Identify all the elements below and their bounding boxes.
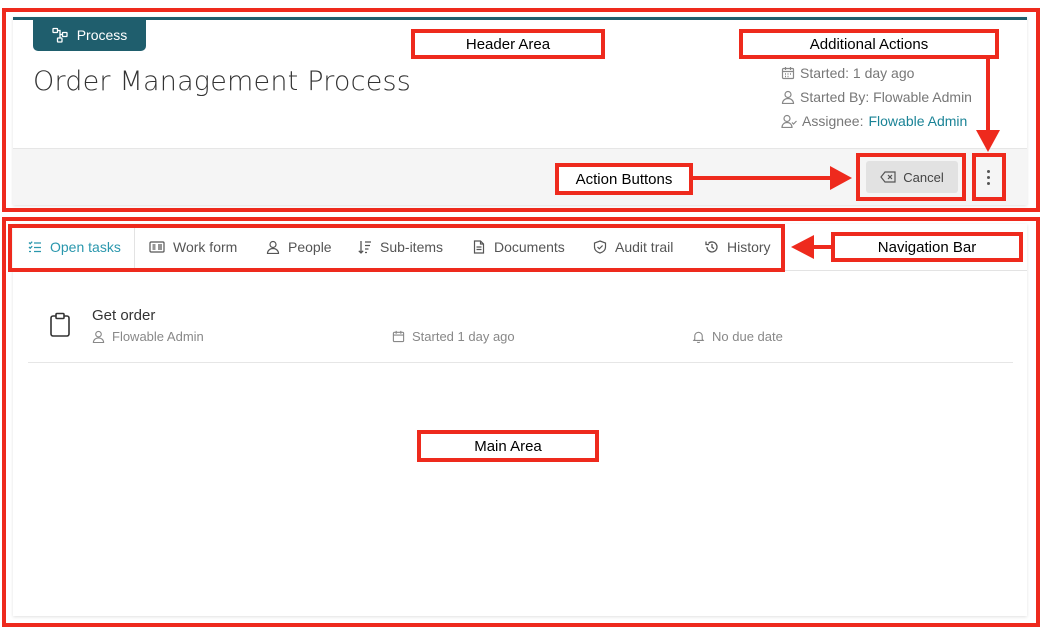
annotation-additional-actions: Additional Actions (739, 29, 999, 59)
navigation-bar-outline (8, 224, 785, 272)
annotation-navigation-bar: Navigation Bar (831, 232, 1023, 262)
action-buttons-outline (856, 153, 966, 201)
additional-actions-outline (972, 153, 1006, 201)
main-area-outline (2, 217, 1040, 627)
annotation-header-area: Header Area (411, 29, 605, 59)
annotation-main-area: Main Area (417, 430, 599, 462)
annotation-action-buttons: Action Buttons (555, 163, 693, 195)
